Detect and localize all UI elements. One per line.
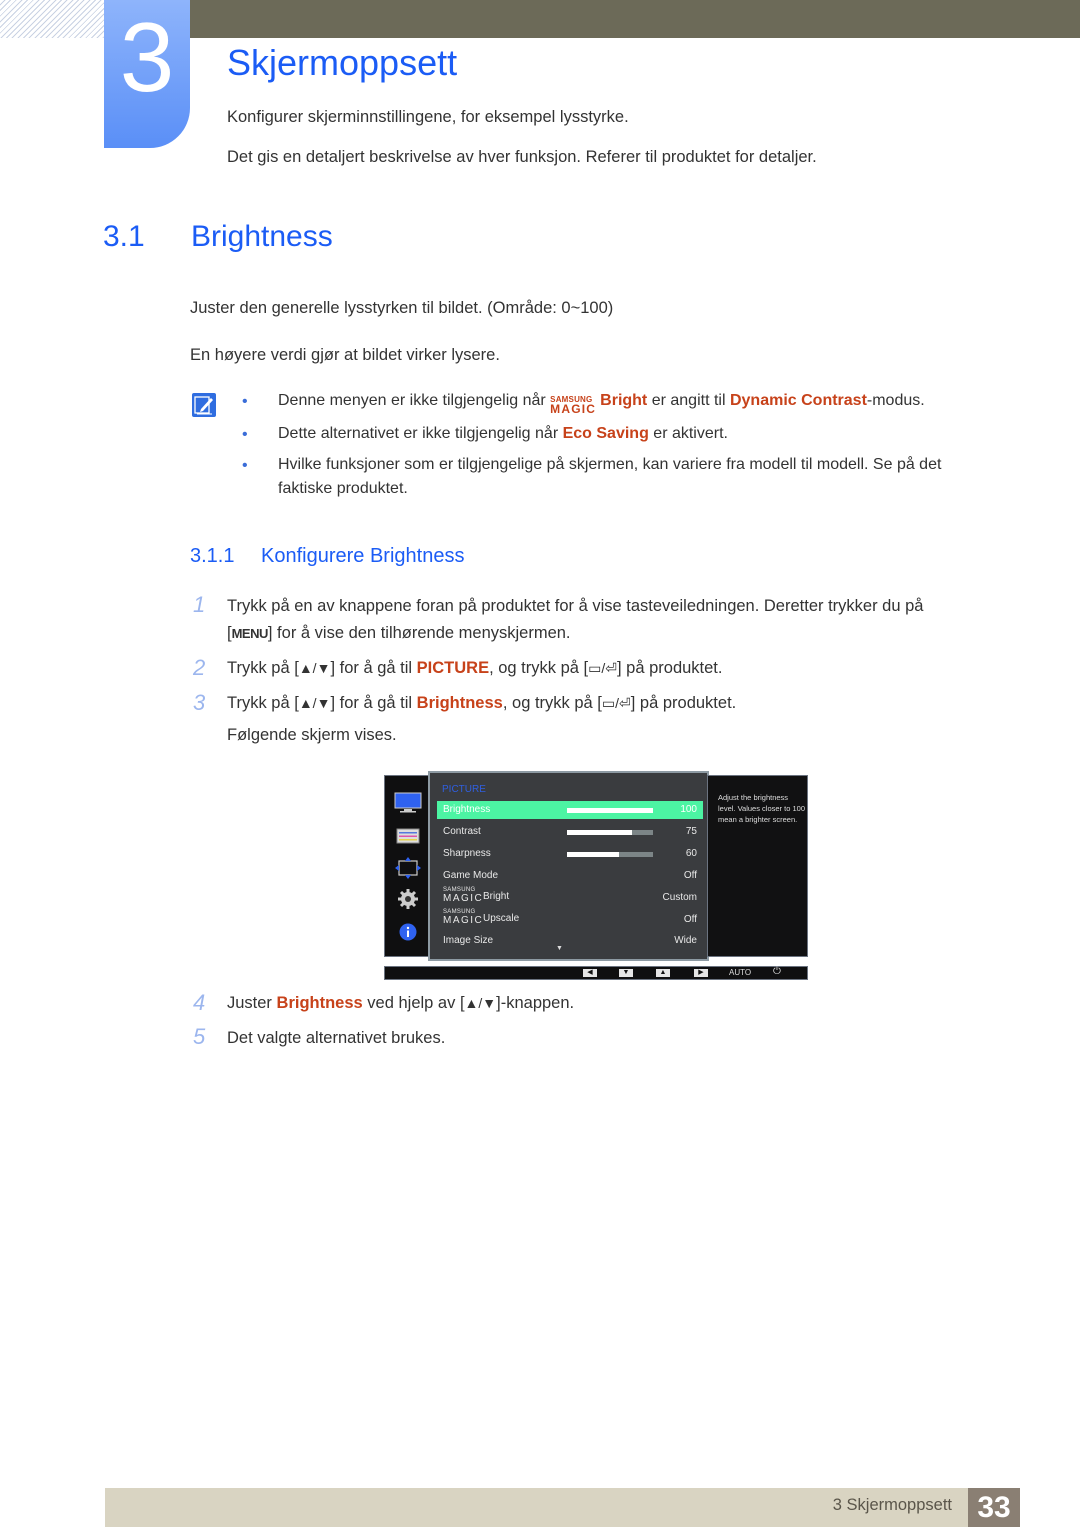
chapter-title: Skjermoppsett (227, 42, 458, 83)
auto-button[interactable]: AUTO (729, 968, 751, 977)
osd-slider (567, 852, 653, 857)
osd-row-contrast[interactable]: Contrast 75 (437, 823, 703, 841)
page-number: 33 (968, 1488, 1020, 1527)
picture-settings-icon (396, 828, 420, 844)
step-number: 5 (193, 1024, 206, 1049)
osd-picture-menu: PICTURE Brightness 100 Contrast 75 Sharp… (428, 771, 709, 961)
step-number: 2 (193, 655, 206, 680)
decorative-hatch (0, 0, 104, 38)
up-button-icon[interactable]: ▲ (656, 969, 670, 977)
section-title: Brightness (191, 220, 333, 253)
page-footer: 3 Skjermoppsett 33 (105, 1488, 1020, 1527)
bullet-icon: • (242, 393, 248, 410)
osd-slider (567, 808, 653, 813)
magic-logo: SAMSUNG MAGIC (550, 395, 597, 416)
osd-button-bar: ◀ ▼ ▲ ▶ AUTO ⏻ (384, 966, 808, 980)
osd-row-sharpness[interactable]: Sharpness 60 (437, 845, 703, 863)
step-text: Juster Brightness ved hjelp av [▲/▼]-kna… (227, 994, 575, 1012)
section-number: 3.1 (103, 220, 145, 253)
osd-slider-fill (567, 808, 653, 813)
step-subtext: Følgende skjerm vises. (227, 726, 397, 744)
power-icon[interactable]: ⏻ (773, 966, 781, 977)
menu-key-icon: MENU (231, 626, 269, 641)
osd-help-text: Adjust the brightness level. Values clos… (718, 793, 805, 824)
osd-slider-fill (567, 830, 632, 835)
info-icon (399, 923, 417, 941)
osd-category-title: PICTURE (442, 784, 486, 795)
section-paragraph-2: En høyere verdi gjør at bildet virker ly… (190, 346, 500, 364)
left-button-icon[interactable]: ◀ (583, 969, 597, 977)
footer-chapter-label: 3 Skjermoppsett (832, 1496, 952, 1514)
note-pencil-icon (192, 393, 216, 417)
step-number: 4 (193, 990, 206, 1015)
subsection-number: 3.1.1 (190, 545, 235, 567)
right-button-icon[interactable]: ▶ (694, 969, 708, 977)
subsection-title: Konfigurere Brightness (261, 545, 465, 567)
monitor-icon (394, 792, 422, 813)
chapter-intro-1: Konfigurer skjerminnstillingene, for eks… (227, 108, 629, 126)
step-number: 1 (193, 592, 206, 617)
osd-row-brightness[interactable]: Brightness 100 (437, 801, 703, 819)
up-down-keys-icon: ▲/▼ (298, 660, 331, 676)
bullet-icon: • (242, 457, 248, 474)
osd-slider-fill (567, 852, 619, 857)
gear-icon (398, 889, 418, 909)
note-item: Denne menyen er ikke tilgjengelig når SA… (278, 389, 978, 416)
osd-side-menu (384, 775, 430, 957)
osd-row-magic-upscale[interactable]: SAMSUNG MAGIC Upscale Off (437, 909, 703, 927)
osd-row-image-size[interactable]: Image Size Wide (437, 932, 703, 950)
scroll-down-icon[interactable]: ▼ (556, 945, 563, 952)
osd-help-panel: Adjust the brightness level. Values clos… (707, 775, 808, 957)
note-item: Dette alternativet er ikke tilgjengelig … (278, 425, 728, 442)
source-enter-keys-icon: ▭/⏎ (588, 660, 617, 676)
chapter-number-badge: 3 (104, 0, 190, 148)
chapter-number: 3 (119, 2, 175, 112)
bullet-icon: • (242, 426, 248, 443)
step-text: Trykk på en av knappene foran på produkt… (227, 597, 924, 642)
osd-row-magic-bright[interactable]: SAMSUNG MAGIC Bright Custom (437, 887, 703, 905)
up-down-keys-icon: ▲/▼ (298, 695, 331, 711)
note-item: Hvilke funksjoner som er tilgjengelige p… (278, 456, 942, 497)
chapter-header-bar (190, 0, 1080, 38)
osd-slider (567, 830, 653, 835)
section-paragraph-1: Juster den generelle lysstyrken til bild… (190, 299, 614, 317)
step-text: Trykk på [▲/▼] for å gå til PICTURE, og … (227, 659, 723, 677)
step-number: 3 (193, 690, 206, 715)
down-button-icon[interactable]: ▼ (619, 969, 633, 977)
osd-row-game-mode[interactable]: Game Mode Off (437, 867, 703, 885)
size-position-icon (395, 857, 421, 879)
source-enter-keys-icon: ▭/⏎ (601, 695, 631, 711)
step-text: Trykk på [▲/▼] for å gå til Brightness, … (227, 694, 737, 712)
up-down-keys-icon: ▲/▼ (464, 995, 497, 1011)
step-text: Det valgte alternativet brukes. (227, 1029, 446, 1047)
chapter-intro-2: Det gis en detaljert beskrivelse av hver… (227, 148, 817, 166)
